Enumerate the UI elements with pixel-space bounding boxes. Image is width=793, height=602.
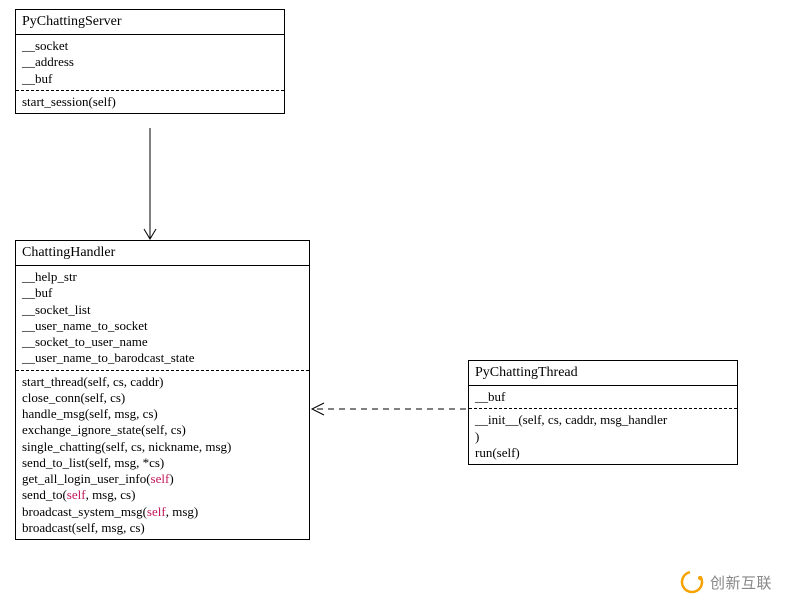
- method-text: ): [169, 471, 173, 486]
- method: handle_msg(self, msg, cs): [22, 406, 303, 422]
- attribute: __buf: [22, 285, 303, 301]
- class-name: PyChattingThread: [469, 361, 737, 386]
- watermark-text: 创新互联: [710, 572, 772, 593]
- class-name: ChattingHandler: [16, 241, 309, 266]
- method: run(self): [475, 445, 731, 461]
- attributes-section: __help_str __buf __socket_list __user_na…: [16, 266, 309, 371]
- attributes-section: __buf: [469, 386, 737, 409]
- method: send_to(self, msg, cs): [22, 487, 303, 503]
- watermark: 创新互联: [680, 570, 772, 594]
- method-text: get_all_login_user_info(: [22, 471, 151, 486]
- method: broadcast_system_msg(self, msg): [22, 504, 303, 520]
- class-name: PyChattingServer: [16, 10, 284, 35]
- method-text: broadcast_system_msg(: [22, 504, 147, 519]
- attribute: __socket_to_user_name: [22, 334, 303, 350]
- attribute: __help_str: [22, 269, 303, 285]
- self-keyword: self: [67, 487, 86, 502]
- attribute: __user_name_to_socket: [22, 318, 303, 334]
- method: __init__(self, cs, caddr, msg_handler: [475, 412, 731, 428]
- class-chattinghandler: ChattingHandler __help_str __buf __socke…: [15, 240, 310, 540]
- method: single_chatting(self, cs, nickname, msg): [22, 439, 303, 455]
- method: start_session(self): [22, 94, 278, 110]
- method: get_all_login_user_info(self): [22, 471, 303, 487]
- method: broadcast(self, msg, cs): [22, 520, 303, 536]
- attribute: __buf: [22, 71, 278, 87]
- brand-icon: [680, 570, 704, 594]
- attribute: __user_name_to_barodcast_state: [22, 350, 303, 366]
- attributes-section: __socket __address __buf: [16, 35, 284, 91]
- attribute: __buf: [475, 389, 731, 405]
- method-text: , msg, cs): [86, 487, 136, 502]
- method: ): [475, 429, 731, 445]
- attribute: __address: [22, 54, 278, 70]
- method: send_to_list(self, msg, *cs): [22, 455, 303, 471]
- methods-section: __init__(self, cs, caddr, msg_handler ) …: [469, 409, 737, 464]
- method: exchange_ignore_state(self, cs): [22, 422, 303, 438]
- class-pychattingserver: PyChattingServer __socket __address __bu…: [15, 9, 285, 114]
- self-keyword: self: [151, 471, 170, 486]
- class-pychattingthread: PyChattingThread __buf __init__(self, cs…: [468, 360, 738, 465]
- method-text: , msg): [166, 504, 199, 519]
- method: start_thread(self, cs, caddr): [22, 374, 303, 390]
- attribute: __socket_list: [22, 302, 303, 318]
- methods-section: start_session(self): [16, 91, 284, 113]
- self-keyword: self: [147, 504, 166, 519]
- method: close_conn(self, cs): [22, 390, 303, 406]
- attribute: __socket: [22, 38, 278, 54]
- methods-section: start_thread(self, cs, caddr) close_conn…: [16, 371, 309, 540]
- method-text: send_to(: [22, 487, 67, 502]
